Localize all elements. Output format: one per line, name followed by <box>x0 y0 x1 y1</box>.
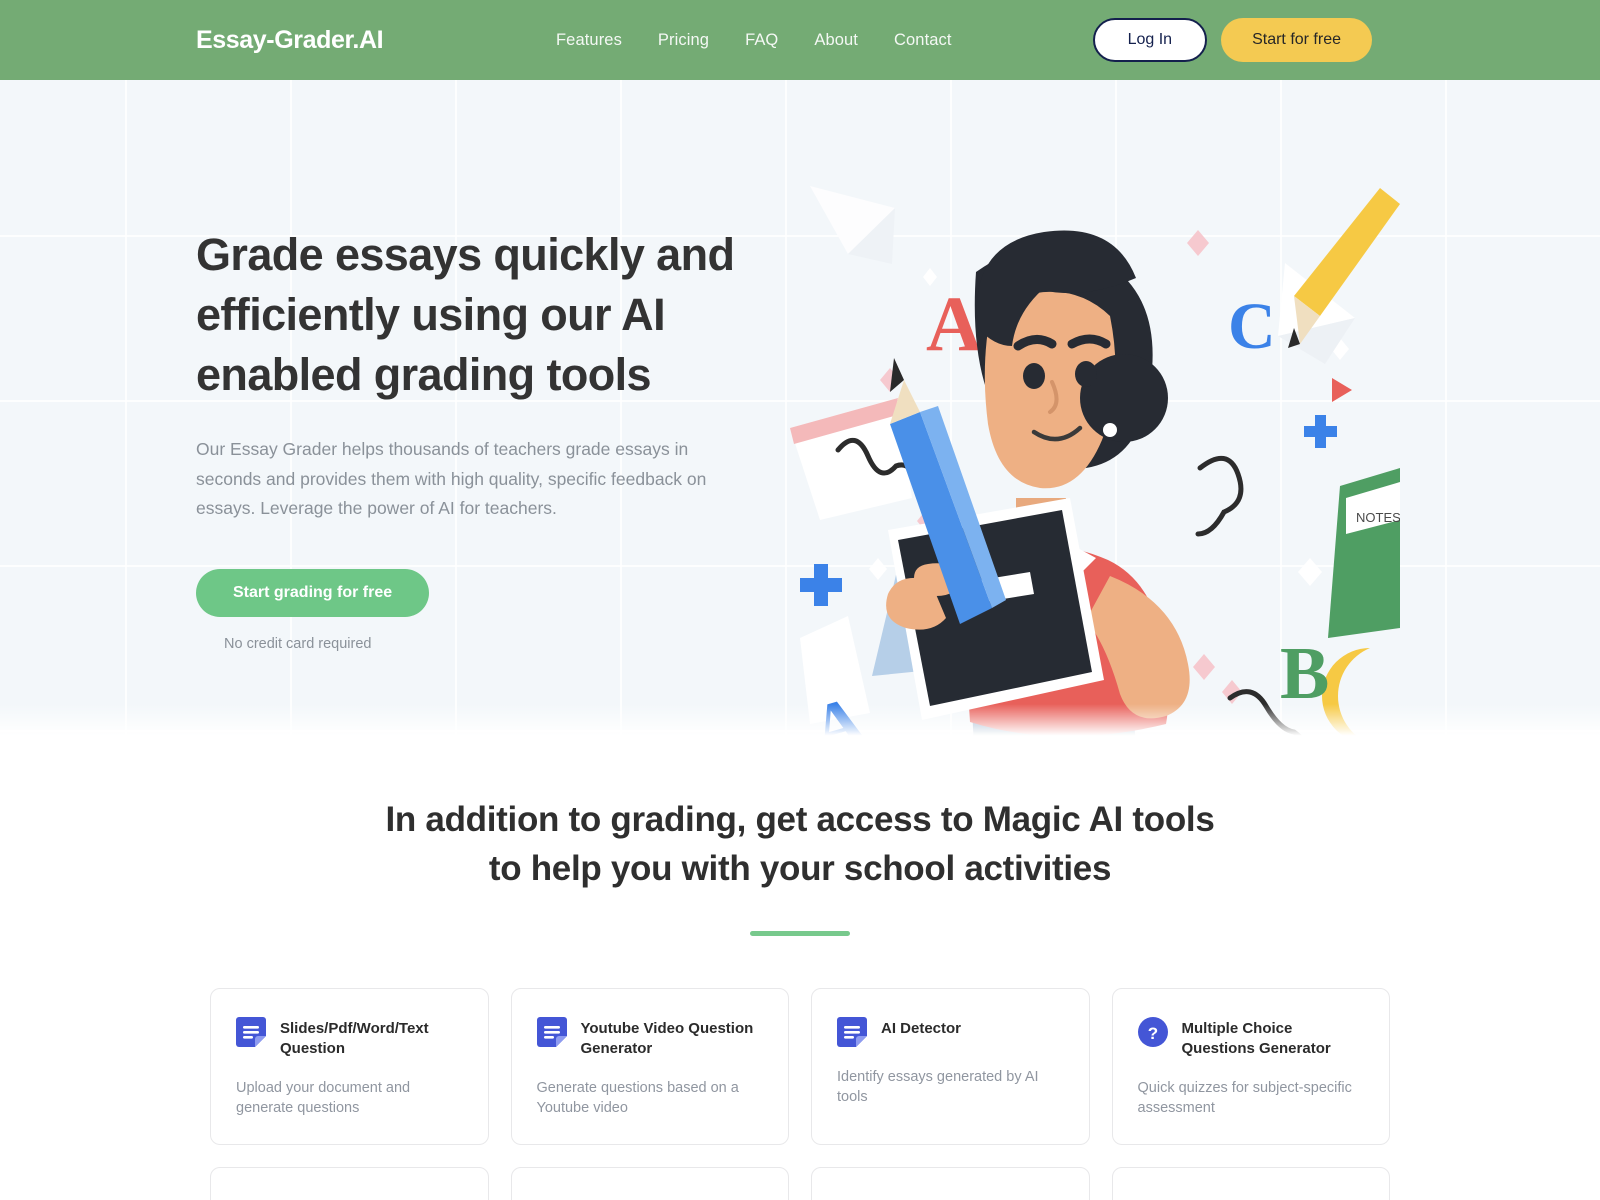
card-title: AI Detector <box>881 1020 962 1037</box>
nav-item-contact[interactable]: Contact <box>894 31 952 50</box>
start-for-free-button[interactable]: Start for free <box>1221 18 1372 62</box>
tools-heading-line1: In addition to grading, get access to Ma… <box>385 800 1215 839</box>
card-description: Quick quizzes for subject-specific asses… <box>1137 1080 1352 1116</box>
card-description: Upload your document and generate questi… <box>236 1080 411 1116</box>
svg-text:?: ? <box>1147 1024 1157 1043</box>
hero-title: Grade essays quickly and efficiently usi… <box>196 229 735 400</box>
hero-illustration: NOTES A + C B A <box>780 168 1401 740</box>
nav-item-faq[interactable]: FAQ <box>745 31 778 50</box>
tools-heading-line2: to help you with your school activities <box>488 849 1112 888</box>
tool-card[interactable] <box>210 1167 489 1200</box>
nav-item-about[interactable]: About <box>814 31 858 50</box>
hero-subtitle: Our Essay Grader helps thousands of teac… <box>196 439 707 518</box>
site-logo[interactable]: Essay-Grader.AI <box>196 26 384 55</box>
grade-A-plus: A <box>926 280 982 367</box>
tool-card[interactable] <box>811 1167 1090 1200</box>
document-icon <box>837 1017 867 1047</box>
svg-text:NOTES: NOTES <box>1356 510 1400 525</box>
card-header: Slides/Pdf/Word/Text Question <box>236 1017 463 1058</box>
tool-card[interactable] <box>1111 1167 1390 1200</box>
tool-card[interactable] <box>510 1167 789 1200</box>
tool-card[interactable]: Slides/Pdf/Word/Text Question Upload you… <box>210 988 489 1145</box>
login-button[interactable]: Log In <box>1092 18 1208 62</box>
card-header: AI Detector <box>837 1017 1064 1047</box>
document-icon <box>236 1017 266 1047</box>
notebook-green: NOTES <box>1328 468 1401 638</box>
grade-C: C <box>1228 290 1276 363</box>
hero-section: Grade essays quickly and efficiently usi… <box>0 80 1600 740</box>
card-header: ? Multiple Choice Questions Generator <box>1137 1017 1365 1058</box>
tool-cards-grid: Slides/Pdf/Word/Text Question Upload you… <box>210 988 1390 1145</box>
hero-copy: Grade essays quickly and efficiently usi… <box>196 225 756 652</box>
tool-cards-grid-row2 <box>210 1167 1390 1200</box>
card-title: Multiple Choice Questions Generator <box>1181 1020 1331 1057</box>
start-grading-button[interactable]: Start grading for free <box>196 568 430 617</box>
no-credit-card-note: No credit card required <box>224 635 372 652</box>
document-icon <box>536 1017 567 1047</box>
magic-ai-tools-section: In addition to grading, get access to Ma… <box>0 740 1600 1200</box>
card-header: Youtube Video Question Generator <box>536 1017 764 1058</box>
grade-B: B <box>1280 633 1329 715</box>
card-description: Identify essays generated by AI tools <box>837 1069 1039 1105</box>
nav-item-features[interactable]: Features <box>556 31 622 50</box>
header-actions: Log In Start for free <box>1092 18 1372 62</box>
nav-item-pricing[interactable]: Pricing <box>658 31 709 50</box>
card-title: Youtube Video Question Generator <box>580 1020 754 1057</box>
main-navigation: Features Pricing FAQ About Contact <box>556 31 952 50</box>
question-circle-icon: ? <box>1137 1017 1168 1047</box>
tool-card[interactable]: Youtube Video Question Generator Generat… <box>510 988 789 1145</box>
tool-card[interactable]: ? Multiple Choice Questions Generator Qu… <box>1111 988 1390 1145</box>
card-description: Generate questions based on a Youtube vi… <box>536 1080 739 1116</box>
card-title: Slides/Pdf/Word/Text Question <box>280 1020 429 1057</box>
section-divider <box>750 931 850 936</box>
site-header: Essay-Grader.AI Features Pricing FAQ Abo… <box>0 0 1600 80</box>
tool-card[interactable]: AI Detector Identify essays generated by… <box>811 988 1090 1145</box>
tools-heading: In addition to grading, get access to Ma… <box>0 795 1600 893</box>
